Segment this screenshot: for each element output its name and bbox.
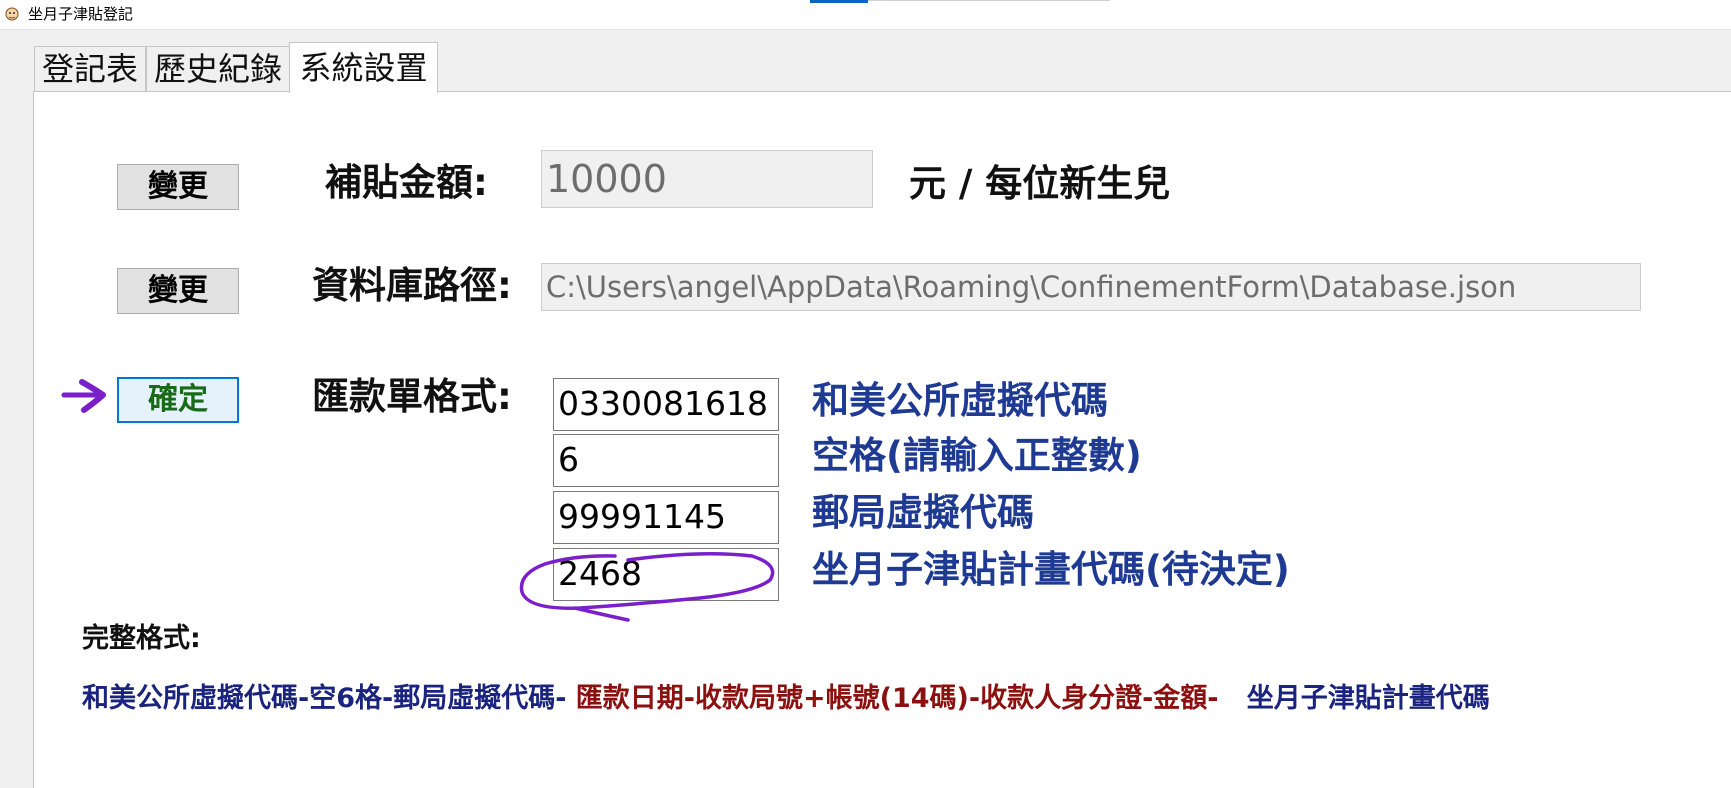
plan-code-input[interactable]: 2468 bbox=[553, 548, 779, 601]
full-format-title: 完整格式: bbox=[82, 623, 201, 654]
title-bar-divider bbox=[868, 0, 1110, 1]
database-path-label: 資料庫路徑: bbox=[312, 264, 512, 307]
change-database-button[interactable]: 變更 bbox=[117, 268, 239, 314]
subsidy-amount-field[interactable]: 10000 bbox=[541, 150, 873, 208]
post-office-code-desc: 郵局虛擬代碼 bbox=[812, 491, 1034, 534]
subsidy-label: 補貼金額: bbox=[325, 161, 488, 204]
space-count-desc: 空格(請輸入正整數) bbox=[812, 434, 1142, 477]
window-title: 坐月子津貼登記 bbox=[28, 5, 134, 23]
plan-code-desc: 坐月子津貼計畫代碼(待決定) bbox=[812, 548, 1290, 591]
left-margin bbox=[0, 30, 33, 788]
full-format-part-plan: 坐月子津貼計畫代碼 bbox=[1218, 683, 1490, 714]
township-code-desc: 和美公所虛擬代碼 bbox=[812, 379, 1108, 422]
title-bar: 坐月子津貼登記 bbox=[0, 0, 1731, 30]
app-icon bbox=[5, 7, 19, 21]
tab-registration-form[interactable]: 登記表 bbox=[34, 46, 146, 92]
confirm-format-button[interactable]: 確定 bbox=[117, 377, 239, 423]
post-office-code-input[interactable]: 99991145 bbox=[553, 491, 779, 544]
title-bar-accent bbox=[810, 0, 868, 3]
space-count-input[interactable]: 6 bbox=[553, 434, 779, 487]
remittance-format-label: 匯款單格式: bbox=[312, 375, 512, 418]
subsidy-unit-label: 元 / 每位新生兒 bbox=[909, 162, 1171, 205]
change-subsidy-button[interactable]: 變更 bbox=[117, 164, 239, 210]
full-format-part-township: 和美公所虛擬代碼-空6格-郵局虛擬代碼- bbox=[82, 683, 567, 714]
full-format-part-remittance: 匯款日期-收款局號+帳號(14碼)-收款人身分證-金額- bbox=[566, 683, 1219, 714]
database-path-field[interactable]: C:\Users\angel\AppData\Roaming\Confineme… bbox=[541, 263, 1641, 311]
tab-system-settings[interactable]: 系統設置 bbox=[289, 42, 438, 93]
tab-history[interactable]: 歷史紀錄 bbox=[146, 46, 290, 92]
full-format-line: 和美公所虛擬代碼-空6格-郵局虛擬代碼- 匯款日期-收款局號+帳號(14碼)-收… bbox=[82, 679, 1490, 719]
township-code-input[interactable]: 0330081618 bbox=[553, 378, 779, 431]
